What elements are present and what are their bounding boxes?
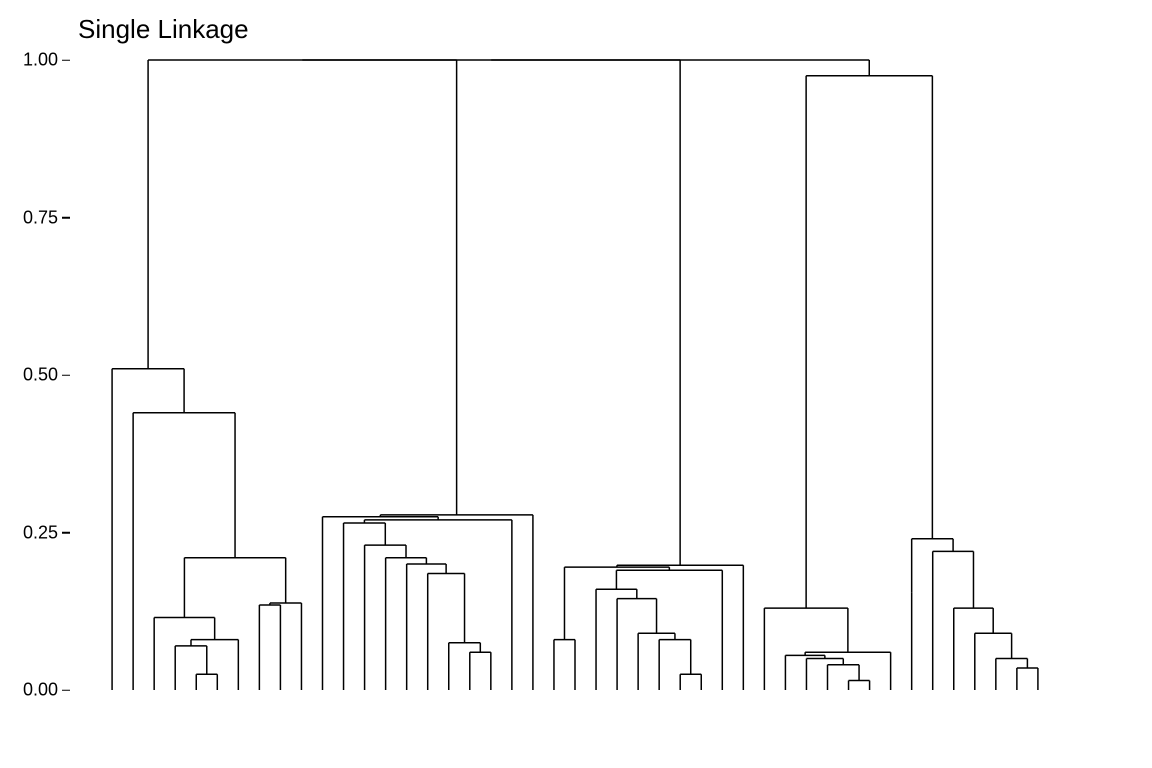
dendrogram-svg (0, 0, 1152, 768)
y-tick: 0.25 (8, 522, 58, 543)
dendrogram-chart: Single Linkage 0.000.250.500.751.00 (0, 0, 1152, 768)
y-tick: 0.75 (8, 207, 58, 228)
y-tick: 0.00 (8, 680, 58, 701)
y-tick: 0.50 (8, 365, 58, 386)
y-tick: 1.00 (8, 50, 58, 71)
